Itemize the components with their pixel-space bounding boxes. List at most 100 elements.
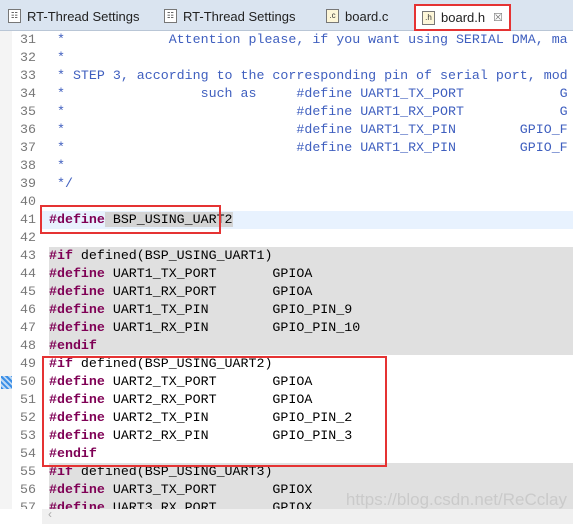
scroll-left-icon[interactable]: ‹ <box>48 507 52 521</box>
code-text: #define UART3_RX_PORT GPIOX <box>49 499 312 509</box>
code-text: #define UART1_TX_PIN GPIO_PIN_9 <box>49 301 352 319</box>
code-text: * <box>49 49 65 67</box>
code-text: #define UART3_TX_PORT GPIOX <box>49 481 312 499</box>
line-number: 34 <box>20 86 36 101</box>
line-number: 31 <box>20 32 36 47</box>
line-number: 33 <box>20 68 36 83</box>
code-content: UART2_RX_PORT GPIOA <box>104 392 313 407</box>
code-text: * such as #define UART1_TX_PORT G <box>49 85 568 103</box>
code-text: * STEP 3, according to the corresponding… <box>49 67 568 85</box>
code-line: 35 * #define UART1_RX_PORT G <box>0 103 573 121</box>
code-line: 37 * #define UART1_RX_PIN GPIO_F <box>0 139 573 157</box>
preprocessor-keyword: #define <box>49 284 105 299</box>
editor-tab-bar: ☷ RT-Thread Settings ☷ RT-Thread Settings … <box>0 0 573 31</box>
code-text: #define UART2_RX_PORT GPIOA <box>49 391 312 409</box>
code-content: BSP_USING_UART2 <box>104 212 233 227</box>
code-content: * <box>49 50 65 65</box>
code-content: * STEP 3, according to the corresponding… <box>49 68 568 83</box>
code-content: UART1_TX_PORT GPIOA <box>104 266 313 281</box>
code-line: 44 #define UART1_TX_PORT GPIOA <box>0 265 573 283</box>
line-number: 49 <box>20 356 36 371</box>
code-text: * #define UART1_TX_PIN GPIO_F <box>49 121 568 139</box>
preprocessor-keyword: #define <box>49 266 105 281</box>
line-number: 54 <box>20 446 36 461</box>
code-content: UART1_RX_PIN GPIO_PIN_10 <box>104 320 361 335</box>
preprocessor-keyword: #define <box>49 428 105 443</box>
settings-icon: ☷ <box>164 9 177 23</box>
line-number: 43 <box>20 248 36 263</box>
code-line: 52 #define UART2_TX_PIN GPIO_PIN_2 <box>0 409 573 427</box>
code-line: 45 #define UART1_RX_PORT GPIOA <box>0 283 573 301</box>
code-text: * Attention please, if you want using SE… <box>49 31 568 49</box>
code-text: #endif <box>49 337 97 355</box>
line-number: 55 <box>20 464 36 479</box>
close-icon[interactable]: ☒ <box>493 11 503 24</box>
code-line: 54 #endif <box>0 445 573 463</box>
code-content: * <box>49 158 65 173</box>
line-number: 57 <box>20 500 36 509</box>
preprocessor-keyword: #define <box>49 482 105 497</box>
line-number: 51 <box>20 392 36 407</box>
code-line: 36 * #define UART1_TX_PIN GPIO_F <box>0 121 573 139</box>
code-line: 42 <box>0 229 573 247</box>
c-file-icon: .c <box>326 9 339 23</box>
code-text: #define UART2_TX_PORT GPIOA <box>49 373 312 391</box>
code-content: * #define UART1_RX_PIN GPIO_F <box>49 140 568 155</box>
code-text: * <box>49 157 65 175</box>
code-content: * #define UART1_TX_PIN GPIO_F <box>49 122 568 137</box>
line-number: 46 <box>20 302 36 317</box>
code-text: #define UART2_RX_PIN GPIO_PIN_3 <box>49 427 352 445</box>
line-number: 56 <box>20 482 36 497</box>
line-number: 44 <box>20 266 36 281</box>
tab-rt-thread-settings-1[interactable]: ☷ RT-Thread Settings <box>8 4 139 28</box>
inactive-code-shading <box>49 337 573 355</box>
code-line: 39 */ <box>0 175 573 193</box>
preprocessor-keyword: #endif <box>49 338 97 353</box>
code-line: 38 * <box>0 157 573 175</box>
code-editor[interactable]: 31 * Attention please, if you want using… <box>0 31 573 509</box>
code-line: 48 #endif <box>0 337 573 355</box>
code-text: #if defined(BSP_USING_UART2) <box>49 355 272 373</box>
horizontal-scrollbar[interactable]: ‹ <box>42 507 573 524</box>
code-content: */ <box>49 176 73 191</box>
code-text: #define UART1_RX_PORT GPIOA <box>49 283 312 301</box>
code-text: * #define UART1_RX_PORT G <box>49 103 568 121</box>
code-content: UART3_TX_PORT GPIOX <box>104 482 313 497</box>
tab-rt-thread-settings-2[interactable]: ☷ RT-Thread Settings <box>164 4 295 28</box>
code-content: * #define UART1_RX_PORT G <box>49 104 568 119</box>
code-content: UART2_RX_PIN GPIO_PIN_3 <box>104 428 353 443</box>
code-line: 32 * <box>0 49 573 67</box>
code-text: #if defined(BSP_USING_UART1) <box>49 247 272 265</box>
code-content: * Attention please, if you want using SE… <box>49 32 568 47</box>
code-content: defined(BSP_USING_UART3) <box>72 464 273 479</box>
preprocessor-keyword: #define <box>49 302 105 317</box>
code-text: */ <box>49 175 73 193</box>
code-text: #endif <box>49 445 97 463</box>
line-number: 39 <box>20 176 36 191</box>
code-text: #define UART2_TX_PIN GPIO_PIN_2 <box>49 409 352 427</box>
code-line: 51 #define UART2_RX_PORT GPIOA <box>0 391 573 409</box>
line-number: 35 <box>20 104 36 119</box>
code-line: 50 #define UART2_TX_PORT GPIOA <box>0 373 573 391</box>
preprocessor-keyword: #define <box>49 500 105 509</box>
tab-board-h[interactable]: .h board.h ☒ <box>414 4 511 31</box>
watermark: https://blog.csdn.net/ReCclay <box>345 490 567 509</box>
line-number: 32 <box>20 50 36 65</box>
code-content: UART1_RX_PORT GPIOA <box>104 284 313 299</box>
code-text: #define BSP_USING_UART2 <box>49 211 233 229</box>
tab-board-c[interactable]: .c board.c <box>326 4 388 28</box>
code-content: UART2_TX_PORT GPIOA <box>104 374 313 389</box>
code-content: defined(BSP_USING_UART2) <box>72 356 273 371</box>
code-content: * such as #define UART1_TX_PORT G <box>49 86 568 101</box>
line-number: 45 <box>20 284 36 299</box>
preprocessor-keyword: #define <box>49 392 105 407</box>
preprocessor-keyword: #if <box>49 248 73 263</box>
preprocessor-keyword: #endif <box>49 446 97 461</box>
code-line: 43 #if defined(BSP_USING_UART1) <box>0 247 573 265</box>
code-line: 49 #if defined(BSP_USING_UART2) <box>0 355 573 373</box>
line-number: 48 <box>20 338 36 353</box>
line-number: 36 <box>20 122 36 137</box>
code-content: UART3_RX_PORT GPIOX <box>104 500 313 509</box>
code-line: 53 #define UART2_RX_PIN GPIO_PIN_3 <box>0 427 573 445</box>
preprocessor-keyword: #if <box>49 464 73 479</box>
